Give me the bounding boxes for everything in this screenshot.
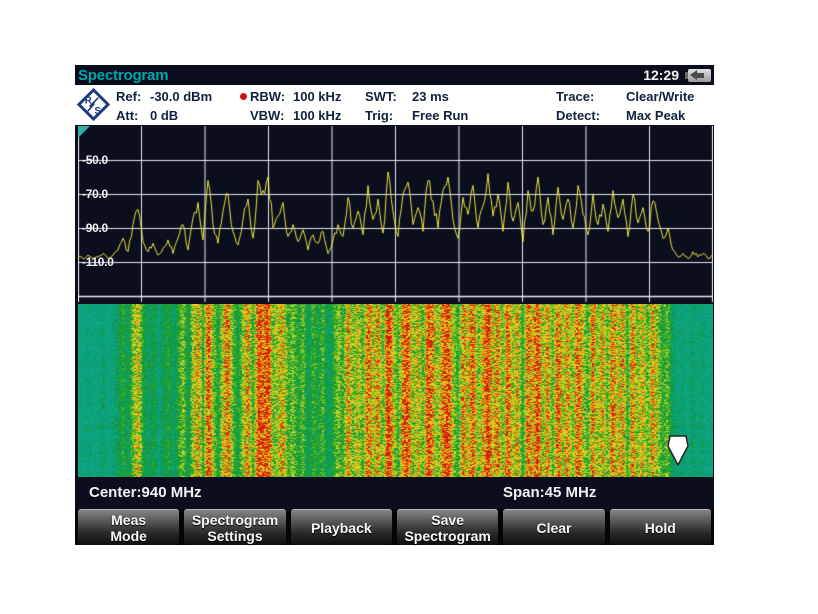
rohde-schwarz-logo: R S (77, 88, 110, 121)
spectrum-trace (78, 126, 713, 303)
span-frequency: Span:45 MHz (503, 478, 596, 507)
title-bar: Spectrogram 12:29 (75, 65, 714, 85)
trig-label: Trig: (365, 106, 412, 125)
softkey-playback-button[interactable]: Playback (291, 509, 392, 545)
trig-value: Free Run (412, 108, 468, 123)
softkey-meas-mode-button[interactable]: MeasMode (78, 509, 179, 545)
trace-value: Clear/Write (626, 89, 694, 104)
trace-label: Trace: (556, 87, 626, 106)
analyzer-screen: Spectrogram 12:29 R S (75, 65, 714, 546)
vbw-value: 100 kHz (293, 108, 341, 123)
vbw-label: VBW: (250, 106, 293, 125)
softkey-spectrogram-settings-button[interactable]: SpectrogramSettings (184, 509, 285, 545)
sweep-settings: SWT:23 ms Trig:Free Run (365, 87, 468, 125)
battery-charging-icon (685, 69, 711, 82)
svg-text:S: S (94, 106, 101, 117)
spectrogram-waterfall (78, 304, 713, 477)
rbw-value: 100 kHz (293, 89, 341, 104)
softkey-bar: MeasMode SpectrogramSettings Playback Sa… (75, 509, 714, 545)
clock: 12:29 (643, 67, 679, 83)
center-frequency: Center:940 MHz (89, 478, 202, 507)
att-value: 0 dB (150, 108, 178, 123)
spectrum-plot: -50.0-70.0-90.0-110.0 (78, 126, 713, 303)
att-label: Att: (116, 106, 150, 125)
detect-value: Max Peak (626, 108, 685, 123)
trace-corner-marker-icon (78, 126, 90, 138)
amplitude-settings: Ref:-30.0 dBm Att:0 dB (116, 87, 212, 125)
ref-value: -30.0 dBm (150, 89, 212, 104)
bandwidth-settings: RBW:100 kHz VBW:100 kHz (250, 87, 341, 125)
active-setting-dot-icon (240, 93, 247, 100)
swt-label: SWT: (365, 87, 412, 106)
measurement-display: -50.0-70.0-90.0-110.0 Center:940 MHz Spa… (75, 125, 714, 509)
softkey-hold-button[interactable]: Hold (610, 509, 711, 545)
page: Spectrogram 12:29 R S (0, 0, 818, 614)
detect-label: Detect: (556, 106, 626, 125)
softkey-save-spectrogram-button[interactable]: SaveSpectrogram (397, 509, 498, 545)
softkey-clear-button[interactable]: Clear (503, 509, 604, 545)
frequency-status-bar: Center:940 MHz Span:45 MHz (75, 478, 714, 508)
spectrogram-time-marker-icon[interactable] (667, 435, 689, 466)
swt-value: 23 ms (412, 89, 449, 104)
rbw-label: RBW: (250, 87, 293, 106)
settings-header: R S Ref:-30.0 dBm Att:0 dB RBW:100 kHz V… (75, 85, 714, 125)
trace-settings: Trace:Clear/Write Detect:Max Peak (556, 87, 694, 125)
mode-title: Spectrogram (78, 67, 168, 84)
ref-label: Ref: (116, 87, 150, 106)
titlebar-right: 12:29 (643, 67, 711, 83)
